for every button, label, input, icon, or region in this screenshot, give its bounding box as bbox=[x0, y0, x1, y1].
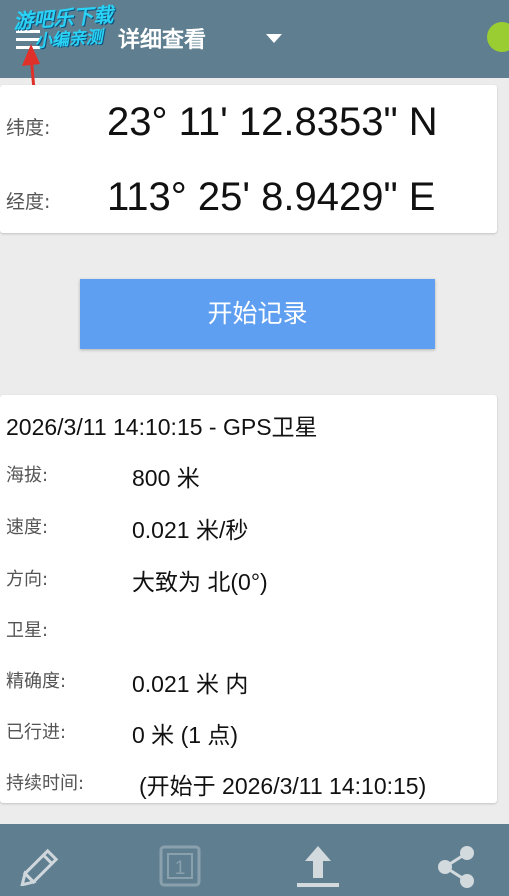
direction-label: 方向: bbox=[6, 569, 49, 590]
detail-header: 2026/3/11 14:10:15 - GPS卫星 bbox=[6, 414, 318, 440]
direction-value: 大致为 北(0°) bbox=[132, 569, 268, 595]
gps-status-indicator bbox=[487, 22, 509, 52]
counter-icon: 1 bbox=[159, 845, 201, 887]
upload-icon bbox=[297, 846, 339, 887]
edit-button[interactable] bbox=[0, 824, 80, 896]
speed-label: 速度: bbox=[6, 517, 49, 538]
point-count-button[interactable]: 1 bbox=[140, 824, 220, 896]
start-record-button[interactable]: 开始记录 bbox=[80, 279, 435, 349]
page-title[interactable]: 详细查看 bbox=[118, 22, 206, 54]
share-icon bbox=[438, 846, 474, 888]
upload-button[interactable] bbox=[278, 824, 358, 896]
satellites-label: 卫星: bbox=[6, 620, 49, 641]
distance-label: 已行进: bbox=[6, 722, 67, 743]
dropdown-arrow-icon[interactable] bbox=[266, 34, 282, 43]
speed-value: 0.021 米/秒 bbox=[132, 517, 249, 543]
duration-value: (开始于 2026/3/11 14:10:15) bbox=[139, 773, 427, 799]
duration-label: 持续时间: bbox=[6, 773, 85, 794]
bottom-toolbar: 1 bbox=[0, 824, 509, 896]
location-detail-card: 2026/3/11 14:10:15 - GPS卫星 海拔: 800 米 速度:… bbox=[0, 395, 497, 803]
altitude-label: 海拔: bbox=[6, 465, 49, 486]
accuracy-value: 0.021 米 内 bbox=[132, 671, 249, 697]
latitude-value: 23° 11' 12.8353" N bbox=[107, 100, 438, 144]
longitude-label: 经度: bbox=[6, 191, 51, 213]
distance-value: 0 米 (1 点) bbox=[132, 722, 239, 748]
accuracy-label: 精确度: bbox=[6, 671, 67, 692]
longitude-value: 113° 25' 8.9429" E bbox=[107, 175, 436, 219]
top-app-bar: 详细查看 游吧乐下载 小编亲测 bbox=[0, 0, 509, 78]
altitude-value: 800 米 bbox=[132, 465, 200, 491]
counter-value: 1 bbox=[175, 858, 186, 879]
coordinates-card: 纬度: 23° 11' 12.8353" N 经度: 113° 25' 8.94… bbox=[0, 85, 497, 233]
share-button[interactable] bbox=[418, 824, 498, 896]
latitude-label: 纬度: bbox=[6, 117, 51, 139]
pencil-icon bbox=[20, 848, 59, 886]
